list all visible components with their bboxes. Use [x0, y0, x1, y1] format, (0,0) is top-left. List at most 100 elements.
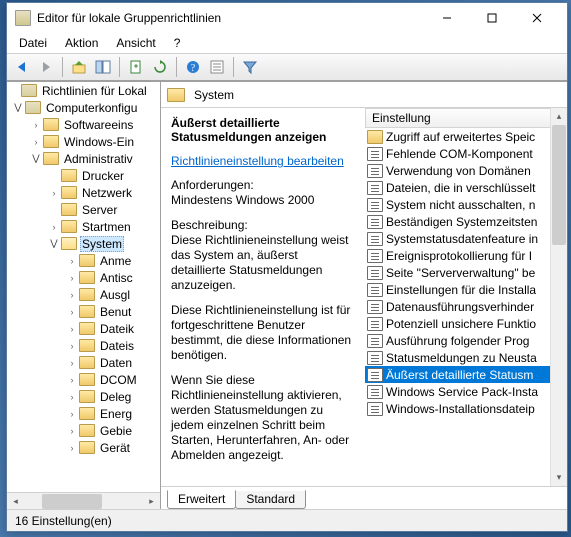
- show-hide-tree-button[interactable]: [92, 56, 114, 78]
- tree-item[interactable]: › Gebie: [7, 422, 160, 439]
- tree-netzwerk[interactable]: › Netzwerk: [7, 184, 160, 201]
- expand-icon[interactable]: ›: [65, 409, 79, 419]
- expand-icon[interactable]: ›: [65, 375, 79, 385]
- expand-icon[interactable]: ›: [29, 137, 43, 147]
- menu-help[interactable]: ?: [166, 34, 189, 52]
- right-pane: System Äußerst detaillierte Statusmeldun…: [161, 82, 567, 509]
- list-item[interactable]: System nicht ausschalten, n: [365, 196, 550, 213]
- list-item[interactable]: Ausführung folgender Prog: [365, 332, 550, 349]
- tree-item[interactable]: ›Gerät: [7, 439, 160, 456]
- policy-setting-icon: [367, 402, 383, 416]
- scroll-left-icon[interactable]: ◂: [7, 493, 24, 510]
- tree-label: Antisc: [98, 271, 135, 285]
- export-button[interactable]: [125, 56, 147, 78]
- expand-icon[interactable]: ›: [65, 273, 79, 283]
- tree-item[interactable]: ›Deleg: [7, 388, 160, 405]
- expand-icon[interactable]: ›: [65, 392, 79, 402]
- separator: [233, 57, 234, 77]
- menu-file[interactable]: Datei: [11, 34, 55, 52]
- tree-root[interactable]: Richtlinien für Lokal: [7, 82, 160, 99]
- list-item[interactable]: Beständigen Systemzeitsten: [365, 213, 550, 230]
- tree-label: Daten: [98, 356, 134, 370]
- scroll-right-icon[interactable]: ▸: [143, 493, 160, 510]
- scroll-up-icon[interactable]: ▴: [551, 108, 567, 125]
- tree-label: Gebie: [98, 424, 134, 438]
- expand-icon[interactable]: ›: [65, 341, 79, 351]
- list-item[interactable]: Äußerst detaillierte Statusm: [365, 366, 550, 383]
- tree-item[interactable]: ›Dateik: [7, 320, 160, 337]
- folder-icon: [43, 135, 59, 148]
- list-item[interactable]: Einstellungen für die Installa: [365, 281, 550, 298]
- up-button[interactable]: [68, 56, 90, 78]
- tab-standard[interactable]: Standard: [235, 490, 306, 509]
- policy-icon: [21, 84, 37, 97]
- list-item[interactable]: Systemstatusdatenfeature in: [365, 230, 550, 247]
- tree-admin[interactable]: ⋁ Administrativ: [7, 150, 160, 167]
- list-body[interactable]: Zugriff auf erweitertes SpeicFehlende CO…: [365, 128, 550, 486]
- list-item[interactable]: Seite "Serververwaltung" be: [365, 264, 550, 281]
- list-header-einstellung[interactable]: Einstellung: [365, 108, 550, 128]
- expand-icon[interactable]: ›: [47, 222, 61, 232]
- list-item[interactable]: Ereignisprotokollierung für I: [365, 247, 550, 264]
- list-item[interactable]: Dateien, die in verschlüsselt: [365, 179, 550, 196]
- close-button[interactable]: [514, 4, 559, 33]
- collapse-icon[interactable]: ⋁: [11, 102, 25, 113]
- expand-icon[interactable]: ›: [65, 358, 79, 368]
- expand-icon[interactable]: ›: [65, 324, 79, 334]
- tree-item[interactable]: ›Benut: [7, 303, 160, 320]
- forward-button[interactable]: [35, 56, 57, 78]
- collapse-icon[interactable]: ⋁: [47, 238, 61, 249]
- collapse-icon[interactable]: ⋁: [29, 153, 43, 164]
- tree-computer-config[interactable]: ⋁ Computerkonfigu: [7, 99, 160, 116]
- list-v-scrollbar[interactable]: ▴ ▾: [550, 108, 567, 486]
- scrollbar-thumb[interactable]: [42, 494, 102, 509]
- expand-icon[interactable]: ›: [65, 443, 79, 453]
- filter-button[interactable]: [239, 56, 261, 78]
- list-item[interactable]: Potenziell unsichere Funktio: [365, 315, 550, 332]
- list-item[interactable]: Windows Service Pack-Insta: [365, 383, 550, 400]
- tab-extended[interactable]: Erweitert: [167, 490, 236, 509]
- policy-setting-icon: [367, 385, 383, 399]
- tree-scroll[interactable]: Richtlinien für Lokal ⋁ Computerkonfigu …: [7, 82, 160, 492]
- list-item[interactable]: Statusmeldungen zu Neusta: [365, 349, 550, 366]
- tree-label: Anme: [98, 254, 133, 268]
- tree-item[interactable]: ›Dateis: [7, 337, 160, 354]
- refresh-button[interactable]: [149, 56, 171, 78]
- list-item[interactable]: Zugriff auf erweitertes Speic: [365, 128, 550, 145]
- tree-system[interactable]: ⋁ System: [7, 235, 160, 252]
- scroll-down-icon[interactable]: ▾: [551, 469, 567, 486]
- tree-drucker[interactable]: Drucker: [7, 167, 160, 184]
- tree-server[interactable]: Server: [7, 201, 160, 218]
- help-button[interactable]: ?: [182, 56, 204, 78]
- tree-item[interactable]: › Anme: [7, 252, 160, 269]
- list-item[interactable]: Datenausführungsverhinder: [365, 298, 550, 315]
- edit-setting-link[interactable]: Richtlinieneinstellung bearbeiten: [171, 154, 344, 168]
- list-item[interactable]: Fehlende COM-Komponent: [365, 145, 550, 162]
- expand-icon[interactable]: ›: [29, 120, 43, 130]
- maximize-button[interactable]: [469, 4, 514, 33]
- list-item[interactable]: Verwendung von Domänen: [365, 162, 550, 179]
- properties-button[interactable]: [206, 56, 228, 78]
- tree-h-scrollbar[interactable]: ◂ ▸: [7, 492, 160, 509]
- expand-icon[interactable]: ›: [65, 290, 79, 300]
- back-button[interactable]: [11, 56, 33, 78]
- menu-action[interactable]: Aktion: [57, 34, 106, 52]
- titlebar[interactable]: Editor für lokale Gruppenrichtlinien: [7, 3, 567, 33]
- tree-windows[interactable]: › Windows-Ein: [7, 133, 160, 150]
- expand-icon[interactable]: ›: [47, 188, 61, 198]
- expand-icon[interactable]: ›: [65, 256, 79, 266]
- tree-item[interactable]: ›Energ: [7, 405, 160, 422]
- tree-item[interactable]: › Daten: [7, 354, 160, 371]
- list-item[interactable]: Windows-Installationsdateip: [365, 400, 550, 417]
- tree-software[interactable]: › Softwareeins: [7, 116, 160, 133]
- tree-item[interactable]: ›DCOM: [7, 371, 160, 388]
- tree-item[interactable]: › Antisc: [7, 269, 160, 286]
- scrollbar-thumb[interactable]: [552, 125, 566, 245]
- tree-item[interactable]: ›Ausgl: [7, 286, 160, 303]
- menu-view[interactable]: Ansicht: [108, 34, 163, 52]
- minimize-button[interactable]: [424, 4, 469, 33]
- expand-icon[interactable]: ›: [65, 426, 79, 436]
- scrollbar-track[interactable]: [551, 125, 567, 469]
- expand-icon[interactable]: ›: [65, 307, 79, 317]
- tree-startmen[interactable]: › Startmen: [7, 218, 160, 235]
